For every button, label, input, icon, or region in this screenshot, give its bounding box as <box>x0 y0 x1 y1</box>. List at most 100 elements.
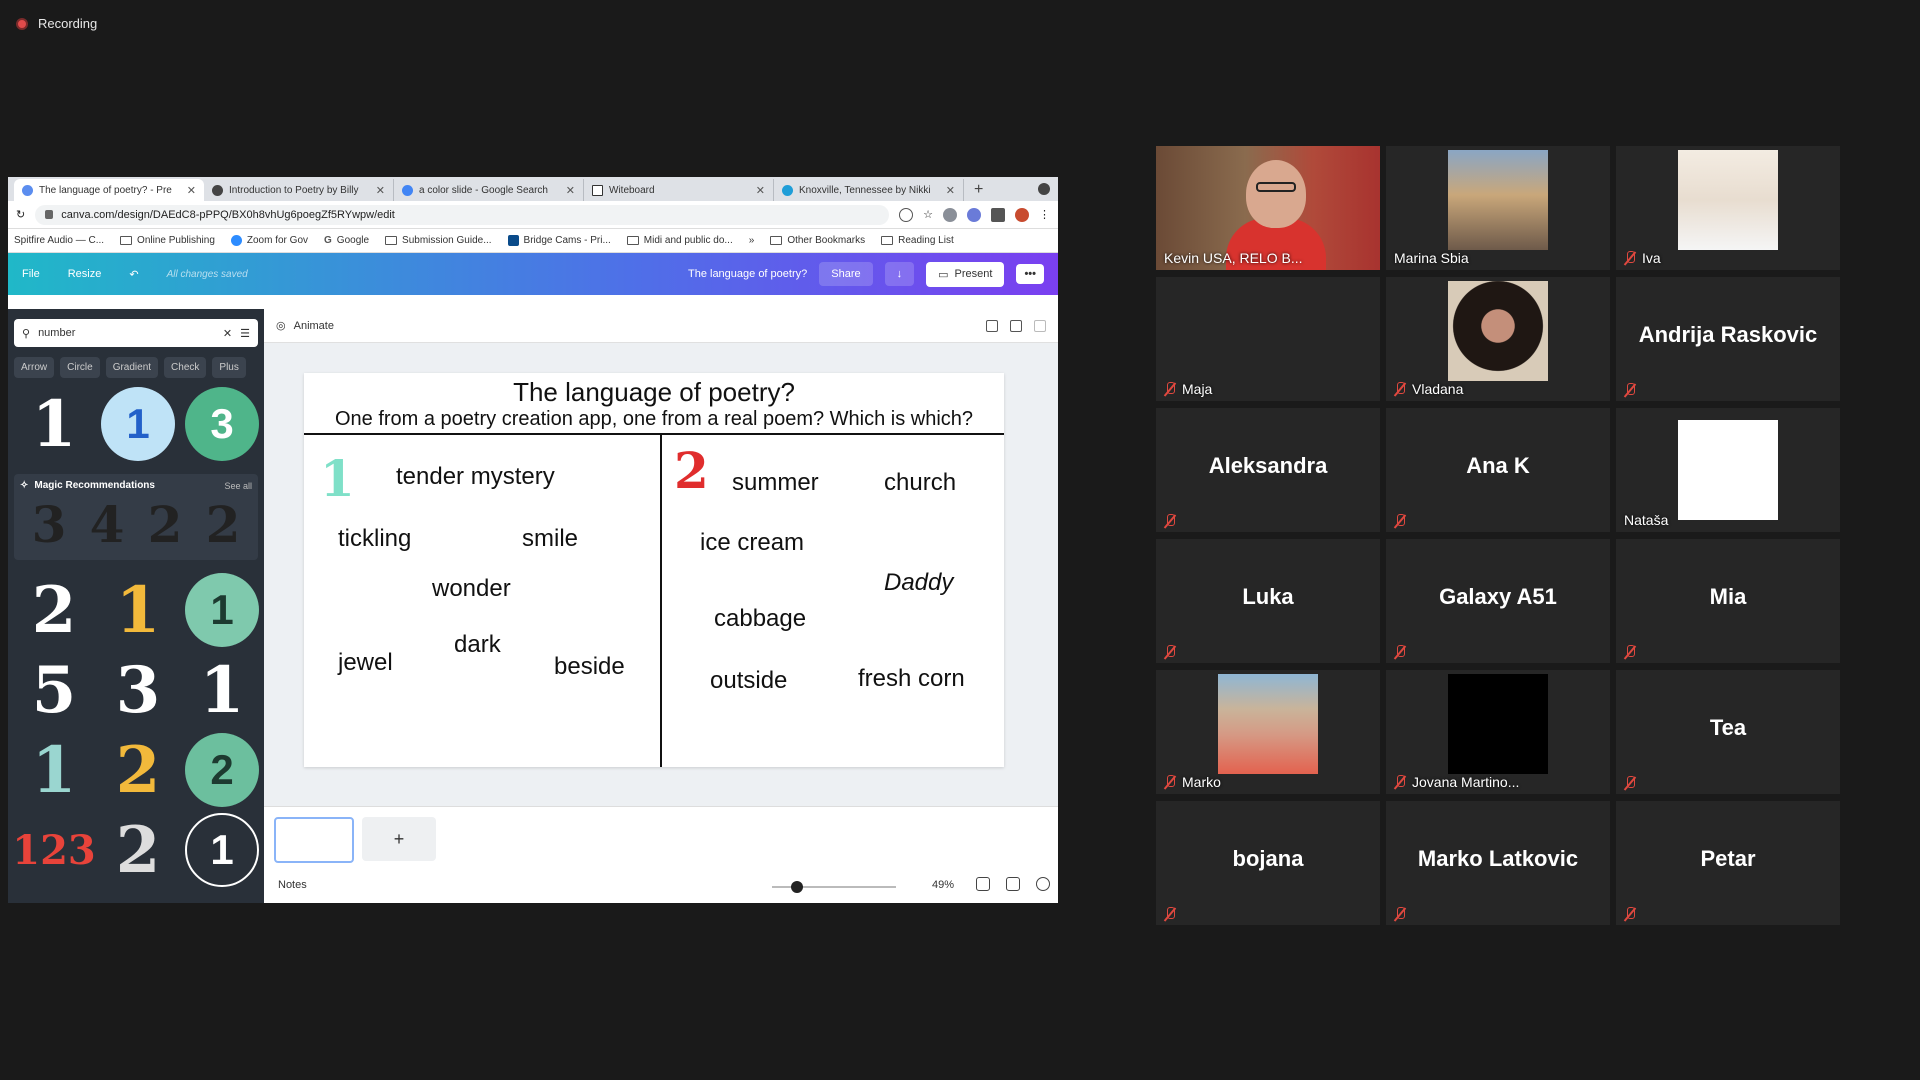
clear-search-icon[interactable]: ✕ <box>223 327 232 340</box>
close-tab-icon[interactable]: ✕ <box>566 184 575 197</box>
number-graphic[interactable]: 1 <box>182 572 262 648</box>
number-graphic[interactable]: 1 <box>182 652 262 728</box>
star-icon[interactable]: ☆ <box>923 208 933 221</box>
participant-tile[interactable]: Kevin USA, RELO B... <box>1156 146 1380 270</box>
add-page-button[interactable]: + <box>362 817 436 861</box>
poem-word[interactable]: church <box>884 469 956 497</box>
bookmark-item[interactable]: Zoom for Gov <box>230 235 308 246</box>
close-tab-icon[interactable]: ✕ <box>187 184 196 197</box>
animate-button[interactable]: Animate <box>294 320 334 332</box>
chip-arrow[interactable]: Arrow <box>14 357 55 378</box>
participant-tile[interactable]: Ana K <box>1386 408 1610 532</box>
participant-tile[interactable]: Luka <box>1156 539 1380 663</box>
poem-word[interactable]: fresh corn <box>858 665 965 693</box>
help-icon[interactable] <box>1036 877 1050 891</box>
chip-circle[interactable]: Circle <box>60 357 100 378</box>
participant-tile[interactable]: Tea <box>1616 670 1840 794</box>
participant-tile[interactable]: Marko <box>1156 670 1380 794</box>
number-graphic[interactable]: 1 <box>182 812 262 888</box>
poem-word[interactable]: cabbage <box>714 605 806 633</box>
bookmark-item[interactable]: G Google <box>324 235 369 246</box>
share-button[interactable]: Share <box>819 262 873 286</box>
share-slide-icon[interactable] <box>986 319 998 332</box>
close-tab-icon[interactable]: ✕ <box>756 184 765 197</box>
download-icon[interactable]: ↓ <box>884 262 915 286</box>
reload-icon[interactable]: ↻ <box>16 208 25 221</box>
poem-word[interactable]: outside <box>710 667 787 695</box>
poem-word[interactable]: tickling <box>338 525 411 553</box>
number-graphic[interactable]: 3 <box>182 386 262 462</box>
resize-menu[interactable]: Resize <box>68 268 102 280</box>
zoom-slider-handle[interactable] <box>790 881 803 893</box>
number-graphic[interactable]: 1 <box>14 732 94 808</box>
tab-search-icon[interactable] <box>1038 183 1050 195</box>
participant-tile[interactable]: Vladana <box>1386 277 1610 401</box>
slide-title[interactable]: The language of poetry? <box>304 377 1004 408</box>
bookmark-item[interactable]: Bridge Cams - Pri... <box>507 235 611 246</box>
url-field[interactable]: canva.com/design/DAEdC8-pPPQ/BX0h8vhUg6p… <box>35 204 890 225</box>
more-bookmarks[interactable]: » <box>749 235 755 246</box>
browser-tab[interactable]: a color slide - Google Search ✕ <box>394 179 584 201</box>
bookmark-item[interactable]: Online Publishing <box>120 235 215 246</box>
chip-gradient[interactable]: Gradient <box>105 357 159 378</box>
bookmark-item[interactable]: Reading List <box>881 235 954 246</box>
puzzle-icon[interactable] <box>991 207 1005 222</box>
participant-tile[interactable]: Marko Latkovic <box>1386 801 1610 925</box>
filter-icon[interactable]: ☰ <box>240 327 250 340</box>
participant-tile[interactable]: Nataša <box>1616 408 1840 532</box>
number-graphic[interactable]: 1 <box>14 386 94 462</box>
chip-plus[interactable]: Plus <box>212 357 246 378</box>
fullscreen-icon[interactable] <box>1006 877 1020 891</box>
participant-tile[interactable]: bojana <box>1156 801 1380 925</box>
number-graphic[interactable]: 123 <box>12 812 96 888</box>
browser-menu-icon[interactable]: ⋮ <box>1039 208 1050 221</box>
poem-word[interactable]: ice cream <box>700 529 804 557</box>
participant-tile[interactable]: Petar <box>1616 801 1840 925</box>
notes-button[interactable]: Notes <box>278 879 307 891</box>
poem-word[interactable]: summer <box>732 469 819 497</box>
browser-tab[interactable]: Introduction to Poetry by Billy ✕ <box>204 179 394 201</box>
undo-icon[interactable]: ↶ <box>129 268 138 281</box>
number-graphic[interactable]: 2 <box>98 812 178 888</box>
poem-word[interactable]: dark <box>454 631 501 659</box>
page-thumbnail[interactable] <box>274 817 354 863</box>
present-button[interactable]: ▭ Present <box>926 261 1005 287</box>
number-graphic[interactable]: 2 <box>98 732 178 808</box>
file-menu[interactable]: File <box>22 268 40 280</box>
participant-tile[interactable]: Marina Sbia <box>1386 146 1610 270</box>
profile-avatar-icon[interactable] <box>1015 207 1029 222</box>
number-one-graphic[interactable]: 1 <box>320 449 355 508</box>
poem-word[interactable]: jewel <box>338 649 393 677</box>
close-tab-icon[interactable]: ✕ <box>376 184 385 197</box>
poem-word[interactable]: beside <box>554 653 625 681</box>
participant-tile[interactable]: Jovana Martino... <box>1386 670 1610 794</box>
number-graphic[interactable]: 1 <box>98 386 178 462</box>
search-input[interactable]: ⚲ number ✕ ☰ <box>14 319 258 347</box>
chip-check[interactable]: Check <box>164 357 207 378</box>
bookmark-item[interactable]: Other Bookmarks <box>770 235 865 246</box>
slide-subtitle[interactable]: One from a poetry creation app, one from… <box>304 408 1004 431</box>
participant-tile[interactable]: Andrija Raskovic <box>1616 277 1840 401</box>
number-graphic[interactable]: 2 <box>14 572 94 648</box>
poem-word[interactable]: wonder <box>432 575 511 603</box>
extension-icon[interactable] <box>967 207 981 222</box>
slide-canvas[interactable]: The language of poetry? One from a poetr… <box>304 373 1004 767</box>
duplicate-page-icon[interactable] <box>1010 319 1022 332</box>
bookmark-item[interactable]: Submission Guide... <box>385 235 492 246</box>
number-graphic[interactable]: 3 <box>98 652 178 728</box>
participant-tile[interactable]: Maja <box>1156 277 1380 401</box>
see-all-link[interactable]: See all <box>224 481 252 491</box>
number-graphic[interactable]: 2 <box>148 495 183 554</box>
poem-word[interactable]: Daddy <box>884 569 953 597</box>
browser-tab[interactable]: The language of poetry? - Pre ✕ <box>14 179 204 201</box>
number-two-graphic[interactable]: 2 <box>674 441 709 500</box>
bookmark-item[interactable]: Spitfire Audio — C... <box>14 235 104 246</box>
extension-icon[interactable] <box>943 207 957 222</box>
poem-word[interactable]: smile <box>522 525 578 553</box>
number-graphic[interactable]: 5 <box>14 652 94 728</box>
zoom-level[interactable]: 49% <box>932 879 954 891</box>
delete-page-icon[interactable] <box>1034 319 1046 332</box>
participant-tile[interactable]: Galaxy A51 <box>1386 539 1610 663</box>
number-graphic[interactable]: 3 <box>32 495 67 554</box>
zoom-icon[interactable] <box>899 207 914 222</box>
